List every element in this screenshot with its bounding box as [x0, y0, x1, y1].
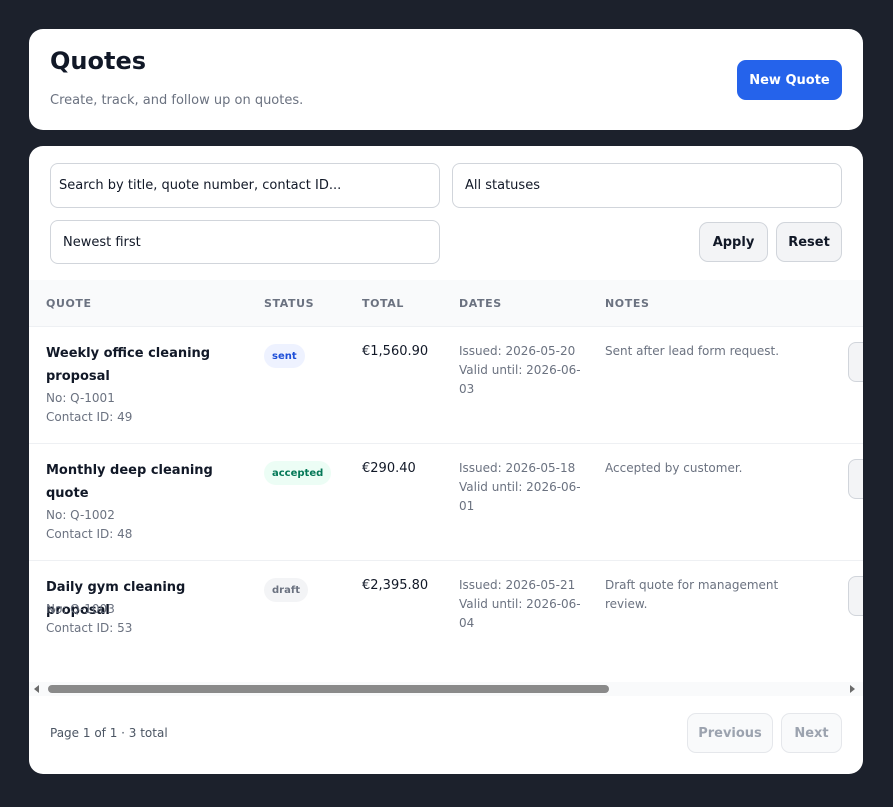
table-row: Daily gym cleaning proposal No: Q-1003 C… — [29, 561, 863, 678]
status-badge: sent — [264, 344, 305, 368]
quotes-table: QUOTE STATUS TOTAL DATES NOTES Weekly of… — [29, 280, 863, 680]
search-input[interactable] — [50, 163, 440, 208]
valid-until-date: Valid until: 2026-06-04 — [459, 597, 581, 630]
quote-total: €1,560.90 — [362, 344, 429, 359]
column-header-quote: QUOTE — [46, 297, 92, 310]
status-badge: draft — [264, 578, 308, 602]
issued-date: Issued: 2026-05-18 — [459, 461, 576, 475]
status-filter-value: All statuses — [465, 178, 540, 193]
quote-dates: Issued: 2026-05-20 Valid until: 2026-06-… — [459, 342, 584, 399]
apply-button[interactable]: Apply — [699, 222, 768, 262]
status-badge: accepted — [264, 461, 332, 485]
valid-until-date: Valid until: 2026-06-03 — [459, 363, 581, 396]
status-filter-select[interactable]: All statuses — [452, 163, 842, 208]
quotes-panel: All statuses Newest first Apply Reset QU… — [29, 146, 863, 774]
column-header-dates: DATES — [459, 297, 502, 310]
sort-select[interactable]: Newest first — [50, 220, 440, 264]
quote-contact: Contact ID: 53 — [46, 621, 133, 635]
new-quote-button[interactable]: New Quote — [737, 60, 842, 100]
issued-date: Issued: 2026-05-20 — [459, 344, 576, 358]
sort-value: Newest first — [63, 234, 141, 250]
column-header-notes: NOTES — [605, 297, 650, 310]
row-action-button[interactable] — [848, 576, 863, 616]
quote-dates: Issued: 2026-05-18 Valid until: 2026-06-… — [459, 459, 584, 516]
row-action-button[interactable] — [848, 459, 863, 499]
next-page-button[interactable]: Next — [781, 713, 842, 753]
pagination-info: Page 1 of 1 · 3 total — [50, 726, 168, 740]
table-row: Weekly office cleaning proposal No: Q-10… — [29, 327, 863, 444]
scrollbar-thumb[interactable] — [48, 685, 609, 693]
quote-contact: Contact ID: 48 — [46, 527, 133, 541]
quote-title: Monthly deep cleaning quote — [46, 463, 213, 501]
previous-page-button[interactable]: Previous — [687, 713, 773, 753]
page-subtitle: Create, track, and follow up on quotes. — [50, 93, 304, 108]
quote-notes: Sent after lead form request. — [605, 344, 780, 358]
issued-date: Issued: 2026-05-21 — [459, 578, 576, 592]
reset-button[interactable]: Reset — [776, 222, 842, 262]
quote-total: €2,395.80 — [362, 578, 429, 593]
quote-notes: Accepted by customer. — [605, 461, 743, 475]
quote-number: No: Q-1001 — [46, 391, 115, 405]
scroll-left-icon[interactable] — [34, 685, 39, 693]
quote-number: No: Q-1002 — [46, 508, 115, 522]
page-title: Quotes — [50, 47, 147, 75]
table-row: Monthly deep cleaning quote No: Q-1002 C… — [29, 444, 863, 561]
quote-number: No: Q-1003 — [46, 602, 115, 616]
quote-title: Weekly office cleaning proposal — [46, 346, 211, 384]
header-card: Quotes Create, track, and follow up on q… — [29, 29, 863, 130]
column-header-total: TOTAL — [362, 297, 405, 310]
quote-total: €290.40 — [362, 461, 416, 476]
valid-until-date: Valid until: 2026-06-01 — [459, 480, 581, 513]
row-action-button[interactable] — [848, 342, 863, 382]
quote-notes: Draft quote for management review. — [605, 578, 779, 611]
quote-contact: Contact ID: 49 — [46, 410, 133, 424]
horizontal-scrollbar[interactable] — [29, 682, 863, 696]
column-header-status: STATUS — [264, 297, 315, 310]
table-header: QUOTE STATUS TOTAL DATES NOTES — [29, 280, 863, 327]
quote-dates: Issued: 2026-05-21 Valid until: 2026-06-… — [459, 576, 584, 633]
scroll-right-icon[interactable] — [850, 685, 855, 693]
